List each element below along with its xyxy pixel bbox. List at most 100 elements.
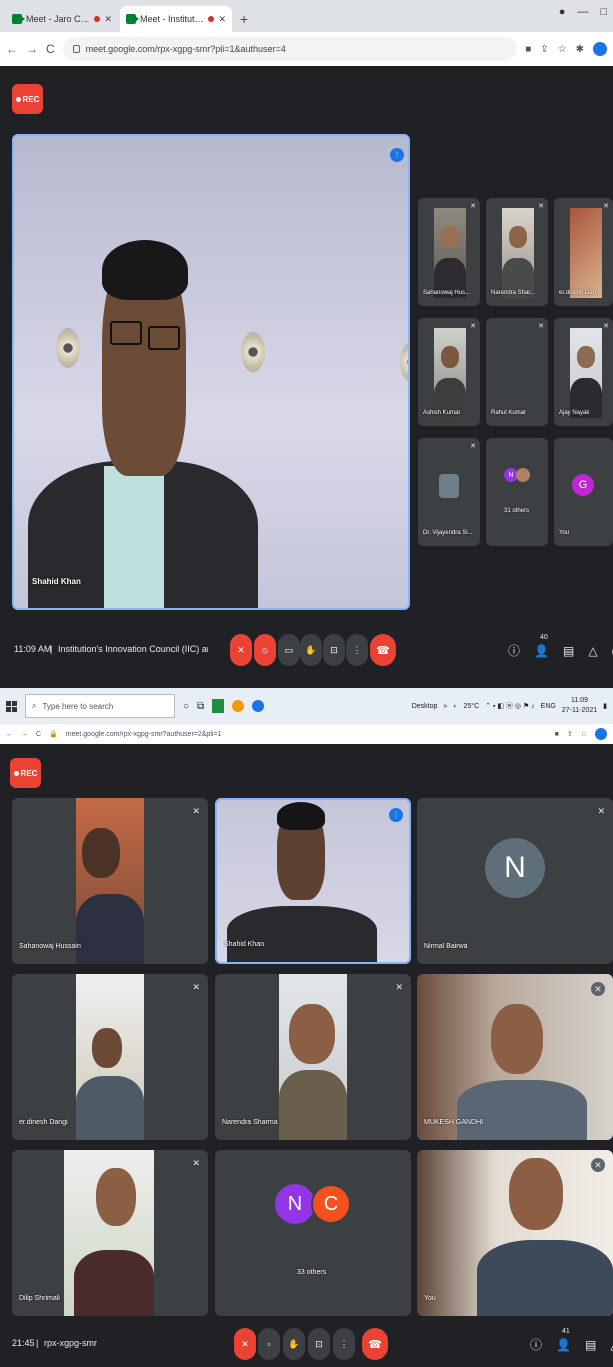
omnibox[interactable]: meet.google.com/rpx-xgpg-smr?pli=1&authu…	[62, 37, 518, 61]
captions-button[interactable]: ▭	[278, 634, 300, 666]
more-options-button[interactable]: ⋮	[346, 634, 368, 666]
system-tray: Desktop » ◐ 25°C ⌃ ▪ ◧ ⓦ ◎ ⚑ ♪ ENG 11:09…	[412, 696, 607, 716]
info-icon[interactable]: ⓘ	[508, 642, 520, 659]
forward-icon[interactable]: →	[26, 42, 38, 56]
info-icon[interactable]: ⓘ	[530, 1336, 542, 1353]
weather-temp[interactable]: 25°C	[464, 703, 480, 710]
raise-hand-button[interactable]: ✋	[300, 634, 322, 666]
record-dot-icon	[13, 770, 19, 776]
grid-tile[interactable]: ✕ Sahanowaj Hussain	[12, 798, 208, 964]
mic-off-button[interactable]: ✕	[234, 1328, 256, 1360]
mic-off-icon: ✕	[538, 323, 544, 330]
side-tile[interactable]: ✕ Ajay Nayak	[554, 318, 613, 426]
desktop-toolbar-label[interactable]: Desktop	[412, 703, 438, 710]
profile-avatar[interactable]	[593, 42, 607, 56]
tab-jaro-campus[interactable]: Meet - Jaro Campus Placem ✕	[6, 6, 118, 32]
tab-institutions-innovation[interactable]: Meet - Institution's Innovati ✕	[120, 6, 232, 32]
cortana-icon[interactable]: ○	[183, 701, 189, 712]
side-tile[interactable]: ✕ Sahanowaj Hus...	[418, 198, 480, 306]
separator: |	[36, 1338, 39, 1348]
people-icon[interactable]: 👤 40	[534, 634, 549, 658]
chrome-app-icon[interactable]	[232, 700, 245, 712]
grid-tile-active-speaker[interactable]: ⋮ Shahid Khan	[215, 798, 411, 964]
forward-icon[interactable]: →	[21, 731, 28, 738]
grid-tile[interactable]: N ✕ Nirmal Bairwa	[417, 798, 613, 964]
camera-button[interactable]: ▫	[258, 1328, 280, 1360]
bookmark-star-icon[interactable]: ☆	[581, 730, 587, 738]
side-tile[interactable]: ✕ er.dinesh Dan...	[554, 198, 613, 306]
others-count: 33 others	[297, 1269, 327, 1276]
leave-call-button[interactable]: ☎	[370, 634, 396, 666]
taskbar-search[interactable]: ⌕ Type here to search	[25, 694, 175, 718]
participant-video	[279, 974, 347, 1140]
notifications-icon[interactable]: ▮	[603, 702, 607, 710]
participant-name: Rahul Kumar	[491, 410, 527, 416]
participant-video	[434, 208, 466, 298]
close-tab-icon[interactable]: ✕	[218, 14, 226, 25]
present-button[interactable]: ⊡	[323, 634, 345, 666]
side-tile-self[interactable]: G You	[554, 438, 613, 546]
more-options-button[interactable]: ⋮	[333, 1328, 355, 1360]
side-tile-others[interactable]: N 31 others	[486, 438, 548, 546]
present-icon: ⊡	[315, 1338, 323, 1349]
camera-off-button[interactable]: ⦸	[254, 634, 276, 666]
tray-icons[interactable]: ⌃ ▪ ◧ ⓦ ◎ ⚑ ♪	[485, 701, 535, 711]
chrome-profile-dot-icon[interactable]: ●	[559, 6, 566, 18]
back-icon[interactable]: ←	[6, 731, 13, 738]
mic-off-button[interactable]: ✕	[230, 634, 252, 666]
side-tile[interactable]: ✕ Ashish Kumar	[418, 318, 480, 426]
search-placeholder: Type here to search	[42, 701, 114, 711]
taskbar-clock[interactable]: 11:09 27-11-2021	[562, 696, 597, 716]
reload-icon[interactable]: C	[36, 731, 41, 738]
camera-in-use-icon[interactable]: ■	[555, 731, 559, 738]
leave-call-button[interactable]: ☎	[362, 1328, 388, 1360]
present-button[interactable]: ⊡	[308, 1328, 330, 1360]
grid-tile-self[interactable]: ✕ You	[417, 1150, 613, 1316]
back-icon[interactable]: ←	[6, 42, 18, 56]
chevron-icon[interactable]: »	[443, 703, 447, 710]
activities-icon[interactable]: △	[588, 644, 597, 658]
camera-in-use-icon[interactable]: ■	[525, 44, 531, 55]
chat-icon[interactable]: ▤	[563, 644, 574, 658]
profile-avatar[interactable]	[595, 728, 607, 740]
extensions-icon[interactable]: ✱	[576, 44, 584, 55]
side-tile[interactable]: ✕ Dr. Vijayendra Si...	[418, 438, 480, 546]
notepad-app-icon[interactable]	[212, 699, 225, 713]
reload-icon[interactable]: C	[46, 42, 55, 56]
hangup-icon: ☎	[376, 644, 390, 657]
close-tab-icon[interactable]: ✕	[104, 14, 112, 25]
task-view-icon[interactable]: ⧉	[197, 701, 204, 712]
mic-off-icon: ✕	[237, 644, 245, 655]
url-text[interactable]: meet.google.com/rpx-xgpg-smr?authuser=2&…	[66, 731, 547, 738]
participant-name: MUKESH GANDHI	[424, 1119, 484, 1126]
side-tile[interactable]: ✕ Narendra Shar...	[486, 198, 548, 306]
toolbar-right-group: ⓘ 👤41 ▤ △	[530, 1328, 613, 1353]
language-indicator[interactable]: ENG	[541, 703, 556, 710]
maximize-icon[interactable]: □	[600, 6, 607, 18]
share-icon[interactable]: ⇪	[540, 44, 548, 55]
url-text: meet.google.com/rpx-xgpg-smr?pli=1&authu…	[85, 44, 286, 54]
share-icon[interactable]: ⇪	[567, 730, 573, 738]
wall-fixture	[56, 328, 80, 368]
address-bar-bottom: ← → C 🔒 meet.google.com/rpx-xgpg-smr?aut…	[0, 724, 613, 744]
grid-tile[interactable]: ✕ Narendra Sharma	[215, 974, 411, 1140]
meeting-time: 21:45	[12, 1338, 35, 1348]
grid-tile-others[interactable]: N C 33 others	[215, 1150, 411, 1316]
chrome-app-icon-2[interactable]	[252, 700, 265, 712]
avatar	[516, 468, 530, 482]
people-icon[interactable]: 👤 41	[556, 1328, 571, 1352]
new-tab-button[interactable]: +	[234, 6, 254, 32]
windows-start-icon[interactable]	[6, 700, 17, 712]
avatar	[439, 474, 459, 498]
grid-tile[interactable]: ✕ Dilip Shrimali	[12, 1150, 208, 1316]
raise-hand-button[interactable]: ✋	[283, 1328, 305, 1360]
grid-tile[interactable]: ✕ er.dinesh Dangi	[12, 974, 208, 1140]
bookmark-star-icon[interactable]: ☆	[558, 44, 567, 55]
grid-tile[interactable]: ✕ MUKESH GANDHI	[417, 974, 613, 1140]
camera-off-icon: ⦸	[262, 644, 268, 655]
side-tile[interactable]: ✕ Rahul Kumar	[486, 318, 548, 426]
chat-icon[interactable]: ▤	[585, 1338, 596, 1352]
minimize-icon[interactable]: —	[577, 6, 588, 18]
meeting-code: rpx-xgpg-smr	[44, 1338, 98, 1348]
main-speaker-tile[interactable]: ⋮ Shahid Khan	[12, 134, 410, 610]
